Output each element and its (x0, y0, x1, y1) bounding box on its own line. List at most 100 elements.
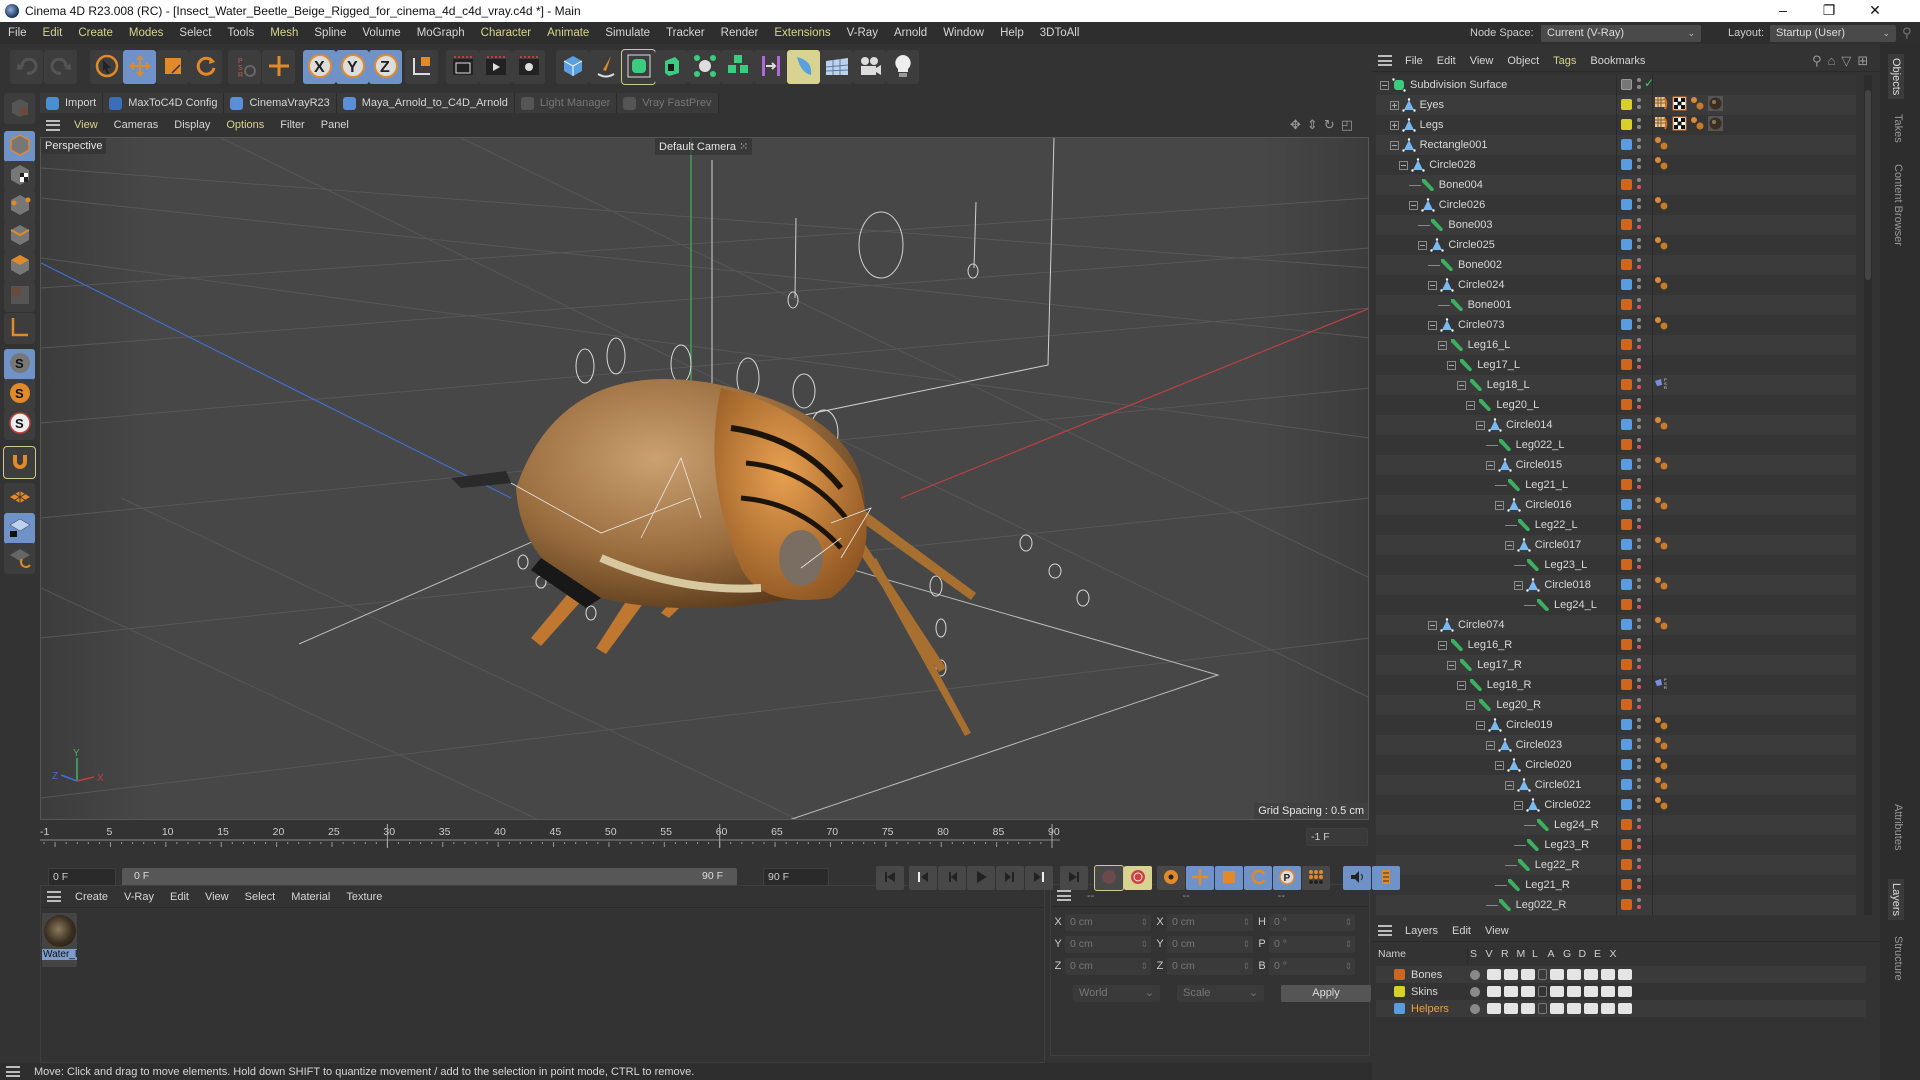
layer-column-a[interactable]: A (1546, 948, 1562, 964)
layer-visible-toggle-icon[interactable] (1487, 969, 1501, 980)
layer-xref-toggle-icon[interactable] (1618, 969, 1632, 980)
layer-color-swatch[interactable] (1621, 299, 1632, 310)
editor-visibility-dot[interactable] (1637, 658, 1641, 662)
apply-button[interactable]: Apply (1281, 985, 1371, 1002)
layer-color-swatch[interactable] (1621, 359, 1632, 370)
weight-tag-icon[interactable] (1654, 136, 1669, 154)
psr-button[interactable]: PSR (228, 50, 261, 84)
object-row-circle023[interactable]: Circle023 (1376, 735, 1856, 755)
editor-visibility-dot[interactable] (1637, 478, 1641, 482)
coordinate-y-field[interactable]: 0 cm (1065, 935, 1151, 953)
layer-color-swatch[interactable] (1621, 599, 1632, 610)
layer-column-l[interactable]: L (1530, 948, 1546, 964)
collapse-icon[interactable] (1418, 240, 1428, 250)
visibility-toggle[interactable] (1637, 518, 1641, 532)
render-visibility-dot[interactable] (1637, 785, 1641, 789)
visibility-toggle[interactable] (1637, 778, 1641, 792)
layer-manager-toggle-icon[interactable] (1521, 969, 1535, 980)
collapse-icon[interactable] (1428, 320, 1437, 330)
previous-frame-button[interactable] (938, 866, 966, 890)
texture-tag-icon[interactable] (1654, 96, 1669, 114)
coordinate-b-field[interactable]: 0 ° (1269, 957, 1355, 975)
render-picture-viewer-button[interactable] (479, 50, 512, 84)
rotate-button[interactable] (189, 50, 222, 84)
hamburger-icon[interactable] (1378, 55, 1392, 66)
object-row-circle025[interactable]: Circle025 (1376, 235, 1856, 255)
coordinate-x-field[interactable]: 0 cm (1065, 913, 1151, 931)
render-visibility-dot[interactable] (1637, 185, 1641, 189)
layer-color-swatch[interactable] (1621, 99, 1632, 110)
side-tab-structure[interactable]: Structure (1892, 936, 1904, 981)
plugin-cinemavrayr23-button[interactable]: CinemaVrayR23 (224, 93, 337, 113)
editor-visibility-dot[interactable] (1637, 698, 1641, 702)
menu-mograph[interactable]: MoGraph (409, 27, 473, 39)
layer-render-toggle-icon[interactable] (1504, 986, 1518, 997)
render-visibility-dot[interactable] (1637, 205, 1641, 209)
editor-visibility-dot[interactable] (1637, 138, 1641, 142)
deformer-button[interactable] (787, 50, 820, 84)
menu-arnold[interactable]: Arnold (886, 27, 935, 39)
object-row-circle028[interactable]: Circle028 (1376, 155, 1856, 175)
layer-color-swatch[interactable] (1621, 259, 1632, 270)
visibility-toggle[interactable] (1637, 138, 1641, 152)
search-icon[interactable]: ⚲ (1902, 25, 1912, 41)
menu-3dtoall[interactable]: 3DToAll (1032, 27, 1088, 39)
visibility-toggle[interactable] (1637, 418, 1641, 432)
object-row-leg22-l[interactable]: Leg22_L (1376, 515, 1856, 535)
render-visibility-dot[interactable] (1637, 825, 1641, 829)
editor-visibility-dot[interactable] (1637, 318, 1641, 322)
render-visibility-dot[interactable] (1637, 865, 1641, 869)
side-tab-attributes[interactable]: Attributes (1892, 804, 1904, 850)
collapse-icon[interactable] (1389, 140, 1399, 150)
viewport-menu-view[interactable]: View (66, 119, 106, 131)
frame-range-slider[interactable]: 0 F 90 F (122, 868, 737, 886)
keyframe-selection-button[interactable] (1157, 866, 1185, 890)
layer-color-swatch[interactable] (1621, 159, 1632, 170)
layer-render-toggle-icon[interactable] (1504, 1003, 1518, 1014)
editor-visibility-dot[interactable] (1637, 538, 1641, 542)
end-frame-field[interactable]: -1 F (1306, 828, 1368, 846)
workplane-align-button[interactable] (4, 543, 35, 574)
layer-row-bones[interactable]: Bones (1376, 966, 1866, 983)
layer-color-swatch[interactable] (1621, 479, 1632, 490)
layer-color-swatch[interactable] (1621, 579, 1632, 590)
hamburger-icon[interactable] (6, 1066, 20, 1077)
visibility-toggle[interactable] (1637, 838, 1641, 852)
object-row-leg20-l[interactable]: Leg20_L (1376, 395, 1856, 415)
hamburger-icon[interactable] (1057, 890, 1071, 901)
layer-color-swatch[interactable] (1621, 519, 1632, 530)
layer-color-swatch[interactable] (1621, 779, 1632, 790)
layer-animation-toggle-icon[interactable] (1550, 969, 1564, 980)
object-row-leg17-l[interactable]: Leg17_L (1376, 355, 1856, 375)
key-parameter-button[interactable]: P (1273, 866, 1301, 890)
editor-visibility-dot[interactable] (1637, 878, 1641, 882)
layer-expressions-toggle-icon[interactable] (1601, 1003, 1615, 1014)
next-frame-button[interactable] (996, 866, 1024, 890)
weight-tag-icon[interactable] (1654, 796, 1669, 814)
weight-tag-icon[interactable] (1654, 576, 1669, 594)
material-menu-material[interactable]: Material (283, 891, 338, 903)
object-row-leg16-l[interactable]: Leg16_L (1376, 335, 1856, 355)
coordinate-z-field[interactable]: 0 cm (1167, 957, 1253, 975)
editor-visibility-dot[interactable] (1637, 578, 1641, 582)
editor-visibility-dot[interactable] (1637, 738, 1641, 742)
pen-spline-button[interactable] (589, 50, 622, 84)
render-visibility-dot[interactable] (1637, 285, 1641, 289)
ik-tag-icon[interactable]: PSR (1654, 376, 1669, 394)
model-mode-button[interactable] (4, 131, 35, 162)
collapse-icon[interactable] (1495, 760, 1505, 770)
menu-animate[interactable]: Animate (539, 27, 597, 39)
menu-tracker[interactable]: Tracker (658, 27, 713, 39)
layer-column-name[interactable]: Name (1376, 948, 1468, 964)
layer-color-swatch[interactable] (1621, 899, 1632, 910)
expand-icon[interactable] (1389, 120, 1399, 130)
layer-generators-toggle-icon[interactable] (1567, 1003, 1581, 1014)
editor-visibility-dot[interactable] (1637, 278, 1641, 282)
viewport-menu-filter[interactable]: Filter (272, 119, 312, 131)
x-axis-lock-button[interactable]: X (303, 50, 336, 84)
layer-column-m[interactable]: M (1515, 948, 1531, 964)
collapse-icon[interactable] (1485, 740, 1495, 750)
texture-mode-button[interactable] (4, 161, 35, 192)
axis-mode-button[interactable] (4, 313, 35, 344)
weight-tag-icon[interactable] (1654, 736, 1669, 754)
